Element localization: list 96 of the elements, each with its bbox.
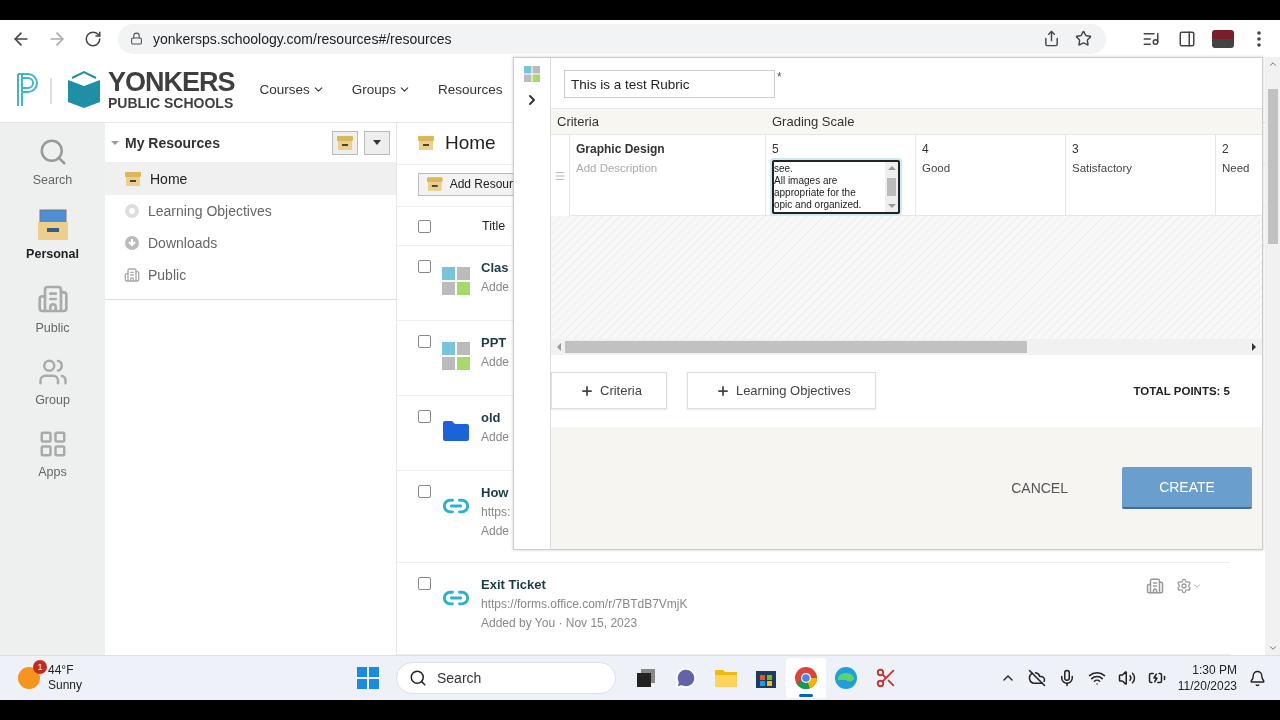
sidebar-item[interactable]: Apps <box>12 429 93 479</box>
address-bar[interactable]: yonkersps.schoology.com/resources#/resources <box>118 23 1106 54</box>
caret-icon <box>373 140 381 145</box>
row-checkbox[interactable] <box>418 260 431 273</box>
add-button[interactable]: Criteria <box>551 372 667 409</box>
school-name: YONKERS PUBLIC SCHOOLS <box>108 69 235 110</box>
resource-detail: Adde <box>481 430 511 444</box>
resource-title[interactable]: Exit Ticket <box>481 577 1146 592</box>
level-points[interactable]: 3 <box>1072 142 1209 156</box>
column-header: Criteria <box>551 108 766 135</box>
windows-icon <box>357 667 379 689</box>
temperature: 44°F <box>48 663 75 678</box>
tree-item[interactable]: Public <box>105 259 396 291</box>
profile-avatar[interactable] <box>1212 29 1234 48</box>
total-points: TOTAL POINTS: 5 <box>1133 384 1230 397</box>
level-description-field[interactable]: see. All images are appropriate for the opic and organized. <box>772 160 900 214</box>
cancel-button[interactable]: CANCEL <box>1005 478 1074 497</box>
page-title: Home <box>445 132 496 155</box>
plus-icon <box>715 383 730 398</box>
expand-triangle-icon[interactable] <box>111 138 119 147</box>
resource-detail: https://forms.office.com/r/7BTdB7VmjK <box>481 597 689 611</box>
windows-stack-icon <box>636 668 656 688</box>
resource-detail: Adde <box>481 355 511 369</box>
sidebar-item[interactable]: Group <box>12 357 93 407</box>
tree-title: My Resources <box>125 134 221 151</box>
resource-detail: Adde <box>481 280 511 294</box>
browser-icon <box>794 666 818 690</box>
row-checkbox[interactable] <box>418 485 431 498</box>
search-icon <box>409 669 427 687</box>
sidebar-item[interactable]: Search <box>12 137 93 187</box>
resource-detail: Added by You · Nov 15, 2023 <box>481 616 639 630</box>
resource-detail: https: <box>481 505 512 519</box>
row-checkbox[interactable] <box>418 410 431 423</box>
level-label[interactable]: Need <box>1222 162 1257 174</box>
scroll-up-icon[interactable] <box>1267 59 1278 69</box>
browser-wave-icon <box>834 666 858 690</box>
level-label[interactable]: Satisfactory <box>1072 162 1209 174</box>
tree-item[interactable]: Downloads <box>105 227 396 259</box>
wifi-icon[interactable] <box>1087 669 1106 687</box>
sidebar-item[interactable]: Personal <box>12 209 93 261</box>
volume-icon[interactable] <box>1117 669 1136 687</box>
building-icon[interactable] <box>1146 577 1164 595</box>
file-box-icon <box>417 135 435 152</box>
add-resource-button[interactable]: Add Resour <box>418 172 513 197</box>
chat-icon <box>675 667 697 689</box>
plus-icon <box>580 383 594 398</box>
required-mark: * <box>777 70 782 84</box>
nav-link[interactable]: Courses <box>259 82 325 97</box>
folder-icon <box>442 420 470 442</box>
scissors-icon <box>875 667 897 689</box>
rubric-title-field[interactable]: This is a test Rubric <box>564 70 775 98</box>
download-icon <box>124 235 140 251</box>
lock-icon <box>130 32 143 45</box>
more-icon <box>1257 30 1261 47</box>
settings-menu-icon[interactable] <box>1176 578 1202 594</box>
column-header: Grading Scale <box>766 108 1262 135</box>
tree-item[interactable]: Learning Objectives <box>105 195 396 227</box>
level-points[interactable]: 4 <box>922 142 1059 156</box>
people-icon <box>37 357 68 387</box>
dropdown-button[interactable] <box>364 130 390 155</box>
taskbar-search[interactable]: Search <box>396 662 616 694</box>
building-icon <box>124 267 140 283</box>
scroll-down-icon[interactable] <box>1267 643 1278 653</box>
nav-link[interactable]: Resources <box>438 82 503 97</box>
add-button[interactable]: Learning Objectives <box>686 372 876 409</box>
criterion-name[interactable]: Graphic Design <box>576 142 759 156</box>
nav-link[interactable]: Groups <box>351 82 412 97</box>
file-box-icon <box>426 176 444 193</box>
file-box-icon <box>36 209 69 241</box>
folder-icon <box>714 668 738 688</box>
row-checkbox[interactable] <box>418 335 431 348</box>
grid-icon <box>442 342 470 370</box>
scrollbar[interactable] <box>1265 57 1280 655</box>
weather-icon[interactable] <box>18 667 40 689</box>
file-box-icon <box>124 171 142 187</box>
clock[interactable]: 1:30 PM 11/20/2023 <box>1177 662 1237 694</box>
column-header: Title <box>482 219 506 234</box>
select-all-checkbox[interactable] <box>418 219 431 233</box>
notification-badge: 1 <box>33 660 47 674</box>
weather-condition: Sunny <box>48 678 83 693</box>
sidebar-item[interactable]: Public <box>12 283 93 335</box>
level-label[interactable]: Good <box>922 162 1059 174</box>
row-checkbox[interactable] <box>418 577 431 590</box>
drag-handle-icon[interactable] <box>554 169 566 182</box>
notifications-icon[interactable] <box>1249 669 1266 687</box>
level-points[interactable]: 2 <box>1222 142 1257 156</box>
grid-icon <box>442 267 470 295</box>
target-icon <box>124 203 140 219</box>
grid-icon <box>524 66 540 82</box>
building-icon <box>36 283 69 315</box>
scrollbar-thumb[interactable] <box>1267 88 1278 244</box>
cloud-icon[interactable] <box>1027 669 1046 687</box>
tree-item[interactable]: Home <box>105 163 396 195</box>
level-points[interactable]: 5 <box>772 142 909 156</box>
resource-detail: Adde <box>481 524 511 538</box>
file-box-icon <box>336 134 354 151</box>
